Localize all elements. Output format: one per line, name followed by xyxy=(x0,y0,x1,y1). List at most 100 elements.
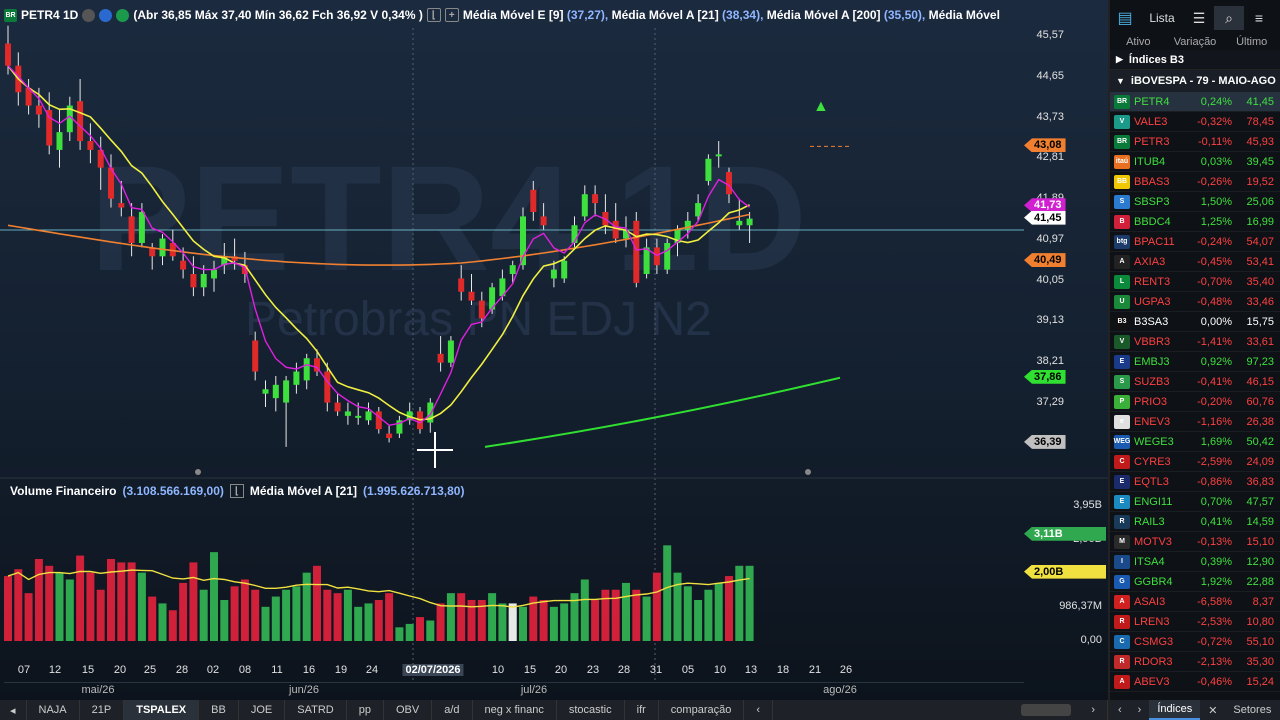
watchlist-row[interactable]: BB BBAS3 -0,26% 19,52 xyxy=(1110,172,1280,192)
watchlist-app-icon[interactable]: ▤ xyxy=(1110,6,1140,30)
watchlist-row[interactable]: R RAIL3 0,41% 14,59 xyxy=(1110,512,1280,532)
tabs-menu-icon[interactable]: ◂ xyxy=(0,700,27,720)
watchlist-row[interactable]: V VBBR3 -1,41% 33,61 xyxy=(1110,332,1280,352)
watchlist-row[interactable]: R LREN3 -2,53% 10,80 xyxy=(1110,612,1280,632)
candle-body xyxy=(87,141,94,150)
watchlist-row[interactable]: WEG WEGE3 1,69% 50,42 xyxy=(1110,432,1280,452)
ticker-logo-icon: e xyxy=(1114,414,1130,429)
watchlist-row[interactable]: S SBSP3 1,50% 25,06 xyxy=(1110,192,1280,212)
study-label[interactable]: Média Móvel A [21] xyxy=(612,8,722,22)
list-view-icon[interactable]: ☰ xyxy=(1184,6,1214,30)
watchlist-row[interactable]: R RDOR3 -2,13% 35,30 xyxy=(1110,652,1280,672)
status-icon[interactable] xyxy=(116,8,130,22)
watchlist-row[interactable]: M MOTV3 -0,13% 15,10 xyxy=(1110,532,1280,552)
watchlist-row[interactable]: A ASAI3 -6,58% 8,37 xyxy=(1110,592,1280,612)
tabs-scrollbar[interactable] xyxy=(1021,704,1072,716)
marker-dot xyxy=(805,469,811,475)
candle-body xyxy=(633,220,640,283)
study-label[interactable]: Média Móvel xyxy=(929,8,1000,22)
ticker-variation: -0,72% xyxy=(1197,635,1232,648)
watchlist-row[interactable]: itaú ITUB4 0,03% 39,45 xyxy=(1110,152,1280,172)
symbol-interval[interactable]: PETR4 1D xyxy=(21,8,78,22)
watchlist-row[interactable]: B3 B3SA3 0,00% 15,75 xyxy=(1110,312,1280,332)
collapse-icon[interactable]: ⌊ xyxy=(229,484,244,498)
settings-icon[interactable] xyxy=(82,8,96,22)
time-tick-label: 02 xyxy=(206,664,220,676)
volume-bar xyxy=(271,596,280,641)
watchlist-row[interactable]: L RENT3 -0,70% 35,40 xyxy=(1110,272,1280,292)
tab-satrd[interactable]: SATRD xyxy=(285,700,347,720)
tab-21p[interactable]: 21P xyxy=(80,700,125,720)
ticker-symbol: SUZB3 xyxy=(1134,375,1170,388)
tab-pp[interactable]: pp xyxy=(347,700,384,720)
scroll-right-icon[interactable]: › xyxy=(1130,700,1150,720)
scroll-left-icon[interactable]: ‹ xyxy=(1110,700,1130,720)
watchlist-row[interactable]: BR PETR4 0,24% 41,45 xyxy=(1110,92,1280,112)
close-icon[interactable]: ✕ xyxy=(1200,700,1225,720)
watchlist-row[interactable]: E ENGI11 0,70% 47,57 xyxy=(1110,492,1280,512)
tab-joe[interactable]: JOE xyxy=(239,700,286,720)
add-study-icon[interactable]: + xyxy=(444,8,459,22)
column-header[interactable]: Ativo xyxy=(1110,36,1167,50)
watchlist-row[interactable]: P PRIO3 -0,20% 60,76 xyxy=(1110,392,1280,412)
visibility-icon[interactable] xyxy=(99,8,113,22)
volume-tag: 3,11B xyxy=(1024,526,1106,541)
watchlist-row[interactable]: C CYRE3 -2,59% 24,09 xyxy=(1110,452,1280,472)
tab-obv[interactable]: OBV xyxy=(384,700,433,720)
candle-body xyxy=(736,220,743,226)
ticker-variation: -1,16% xyxy=(1197,415,1232,428)
watchlist-row[interactable]: S SUZB3 -0,41% 46,15 xyxy=(1110,372,1280,392)
watchlist-row[interactable]: E EQTL3 -0,86% 36,83 xyxy=(1110,472,1280,492)
ticker-symbol: AXIA3 xyxy=(1134,255,1166,268)
ticker-logo-icon: BB xyxy=(1114,174,1130,189)
watchlist-row[interactable]: G GGBR4 1,92% 22,88 xyxy=(1110,572,1280,592)
tab-setores[interactable]: Setores xyxy=(1225,700,1279,720)
ticker-logo-icon: A xyxy=(1114,254,1130,269)
ticker-symbol: RAIL3 xyxy=(1134,515,1165,528)
watchlist-row[interactable]: A ABEV3 -0,46% 15,24 xyxy=(1110,672,1280,692)
candle-body xyxy=(211,269,217,279)
price-chart[interactable]: PETR4 1D Petrobras PN EDJ N2 ▲ xyxy=(0,0,1108,700)
ticker-symbol: BBAS3 xyxy=(1134,175,1170,188)
subgroup-header[interactable]: ▼ iBOVESPA - 79 - MAIO-AGO xyxy=(1110,70,1280,92)
column-header[interactable]: Último xyxy=(1223,36,1280,50)
tab-ifr[interactable]: ifr xyxy=(625,700,659,720)
column-header[interactable]: Variação xyxy=(1167,36,1224,50)
time-axis[interactable]: 07 12 15 20 25 28 02 08 11 16 19 24 02/07/2026 10 15 20… xyxy=(0,664,1024,682)
watchlist-row[interactable]: e ENEV3 -1,16% 26,38 xyxy=(1110,412,1280,432)
menu-icon[interactable]: ≡ xyxy=(1244,6,1274,30)
tabs-scroll-left-icon[interactable]: ‹ xyxy=(744,700,774,720)
tabs-scroll-right-icon[interactable]: › xyxy=(1079,700,1108,720)
watchlist-row[interactable]: B BBDC4 1,25% 16,99 xyxy=(1110,212,1280,232)
study-label[interactable]: Média Móvel A [200] xyxy=(767,8,884,22)
watchlist-row[interactable]: V VALE3 -0,32% 78,45 xyxy=(1110,112,1280,132)
expand-icon[interactable]: ▶ xyxy=(1116,54,1123,65)
time-tick-label: 11 xyxy=(271,664,283,676)
group-header[interactable]: ▶ Índices B3 xyxy=(1110,50,1280,70)
collapse-icon[interactable]: ▼ xyxy=(1116,76,1125,86)
tab-compara-o[interactable]: comparação xyxy=(659,700,745,720)
watchlist-row[interactable]: C CSMG3 -0,72% 55,10 xyxy=(1110,632,1280,652)
watchlist-row[interactable]: I ITSA4 0,39% 12,90 xyxy=(1110,552,1280,572)
tab-neg-x-financ[interactable]: neg x financ xyxy=(473,700,557,720)
watchlist-row[interactable]: U UGPA3 -0,48% 33,46 xyxy=(1110,292,1280,312)
study-label[interactable]: Média Móvel E [9] xyxy=(463,8,567,22)
watchlist-row[interactable]: A AXIA3 -0,45% 53,41 xyxy=(1110,252,1280,272)
candle-body xyxy=(726,172,732,195)
volume-bar xyxy=(313,565,321,641)
ticker-logo-icon: E xyxy=(1114,494,1130,509)
lista-label[interactable]: Lista xyxy=(1140,6,1184,30)
tab-indices[interactable]: Índices xyxy=(1149,700,1201,720)
tab-stocastic[interactable]: stocastic xyxy=(557,700,625,720)
tab-bb[interactable]: BB xyxy=(199,700,239,720)
collapse-icon[interactable]: ⌊ xyxy=(426,8,441,22)
watchlist-row[interactable]: E EMBJ3 0,92% 97,23 xyxy=(1110,352,1280,372)
chart-area[interactable]: PETR4 1D Petrobras PN EDJ N2 ▲ BR PETR4 1D… xyxy=(0,0,1108,700)
candle-body xyxy=(653,247,660,266)
search-icon[interactable]: ⌕ xyxy=(1214,6,1244,30)
tab-tspalex[interactable]: TSPALEX xyxy=(124,700,200,720)
tab-a-d[interactable]: a/d xyxy=(432,700,473,720)
watchlist-row[interactable]: BR PETR3 -0,11% 45,93 xyxy=(1110,132,1280,152)
tab-naja[interactable]: NAJA xyxy=(27,700,80,720)
watchlist-row[interactable]: btg BPAC11 -0,24% 54,07 xyxy=(1110,232,1280,252)
